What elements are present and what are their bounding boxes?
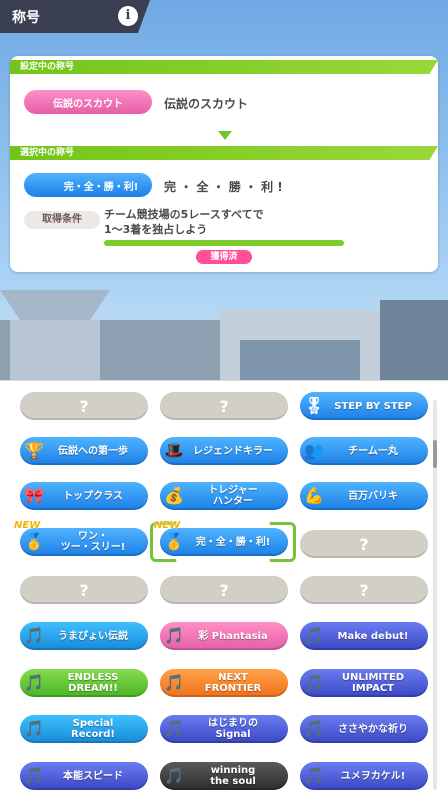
title-label: 本能スピード: [63, 770, 123, 782]
title-tile-locked[interactable]: ?: [300, 530, 428, 558]
title-tile[interactable]: 🎵 ユメヲカケル!: [300, 762, 428, 790]
title-tile[interactable]: 🥇 NEW ワン・ ツー・スリー!: [14, 520, 148, 556]
title-label: ユメヲカケル!: [340, 770, 406, 782]
title-emblem-icon: 🏆: [24, 440, 44, 460]
title-label: 彩 Phantasia: [198, 630, 268, 642]
song-jacket-icon: 🎵: [304, 718, 324, 738]
title-tile[interactable]: 💰 トレジャー ハンター: [160, 482, 288, 510]
unknown-mark: ?: [219, 580, 229, 600]
song-jacket-icon: 🎵: [24, 765, 44, 785]
title-label: はじまりの Signal: [208, 718, 258, 740]
title-tile[interactable]: 🎵 本能スピード: [20, 762, 148, 790]
title-tile[interactable]: 🎀 トップクラス: [20, 482, 148, 510]
title-tile[interactable]: 🏆 伝説への第一歩: [20, 437, 148, 465]
unknown-mark: ?: [359, 534, 369, 554]
progress-bar: [104, 240, 344, 246]
title-tile[interactable]: 🎵 うまぴょい伝説: [20, 622, 148, 650]
title-label: 百万バリキ: [348, 490, 398, 502]
title-tile[interactable]: 👥 チーム一丸: [300, 437, 428, 465]
title-label: うまぴょい伝説: [58, 630, 128, 642]
title-label: winning the soul: [210, 765, 256, 787]
current-title-section-label: 設定中の称号: [10, 60, 438, 74]
badge-label: 伝説のスカウト: [53, 98, 123, 110]
title-tile-locked[interactable]: ?: [160, 392, 288, 420]
title-label: チーム一丸: [348, 445, 398, 457]
title-label: 伝説への第一歩: [58, 445, 128, 457]
condition-label: 取得条件: [24, 211, 100, 229]
badge-label: 完・全・勝・利!: [63, 181, 139, 193]
title-label: ワン・ ツー・スリー!: [60, 531, 126, 553]
current-title-badge: 伝説のスカウト: [24, 90, 152, 114]
title-tile-selected[interactable]: 🥇 NEW 完・全・勝・利!: [154, 520, 288, 556]
title-emblem-icon: 💪: [304, 485, 324, 505]
song-jacket-icon: 🎵: [24, 718, 44, 738]
title-label: Make debut!: [337, 630, 409, 642]
title-label: NEXT FRONTIER: [204, 672, 262, 694]
unknown-mark: ?: [79, 396, 89, 416]
title-tile-locked[interactable]: ?: [160, 576, 288, 604]
title-label: レジェンドキラー: [193, 445, 273, 457]
title-label: Special Record!: [71, 718, 115, 740]
title-tile[interactable]: 💪 百万バリキ: [300, 482, 428, 510]
title-label: STEP BY STEP: [334, 400, 412, 412]
title-label: トップクラス: [63, 490, 123, 502]
title-emblem-icon: 🎩: [164, 440, 184, 460]
page-title: 称号: [12, 9, 40, 26]
title-tile-locked[interactable]: ?: [20, 576, 148, 604]
song-jacket-icon: 🎵: [24, 672, 44, 692]
title-tile[interactable]: 🎵 winning the soul: [160, 762, 288, 790]
title-tile[interactable]: 🎵 ささやかな祈り: [300, 715, 428, 743]
song-jacket-icon: 🎵: [164, 718, 184, 738]
info-icon[interactable]: i: [118, 6, 138, 26]
title-tile[interactable]: 🎵 UNLIMITED IMPACT: [300, 669, 428, 697]
condition-text-line1: チーム競技場の5レースすべてで: [104, 208, 264, 221]
song-jacket-icon: 🎵: [304, 625, 324, 645]
title-tile-locked[interactable]: ?: [20, 392, 148, 420]
title-label: 完・全・勝・利!: [195, 536, 271, 548]
status-badge: 獲得済: [196, 250, 252, 264]
unknown-mark: ?: [79, 580, 89, 600]
unknown-mark: ?: [219, 396, 229, 416]
arrow-down-icon: [218, 131, 232, 140]
title-emblem-icon: 🎀: [24, 485, 44, 505]
song-jacket-icon: 🎵: [164, 765, 184, 785]
title-label: UNLIMITED IMPACT: [341, 672, 405, 694]
unknown-mark: ?: [359, 580, 369, 600]
new-badge: NEW: [154, 520, 181, 531]
song-jacket-icon: 🎵: [164, 625, 184, 645]
song-jacket-icon: 🎵: [304, 765, 324, 785]
condition-text-line2: 1～3着を独占しよう: [104, 223, 208, 236]
selected-title-section-label: 選択中の称号: [10, 146, 438, 160]
title-tile[interactable]: 🎵 はじまりの Signal: [160, 715, 288, 743]
new-badge: NEW: [14, 520, 41, 531]
title-emblem-icon: 🎖: [303, 395, 325, 415]
title-label: ENDLESS DREAM!!: [67, 672, 119, 694]
title-label: ささやかな祈り: [338, 723, 408, 735]
title-label: トレジャー ハンター: [208, 485, 258, 507]
song-jacket-icon: 🎵: [24, 625, 44, 645]
title-tile[interactable]: 🎩 レジェンドキラー: [160, 437, 288, 465]
song-jacket-icon: 🎵: [304, 672, 324, 692]
title-tile[interactable]: 🎵 彩 Phantasia: [160, 622, 288, 650]
title-tile[interactable]: 🎵 Special Record!: [20, 715, 148, 743]
title-emblem-icon: 👥: [304, 440, 324, 460]
title-tile[interactable]: 🎵 Make debut!: [300, 622, 428, 650]
selected-title-badge: 完・全・勝・利!: [24, 173, 152, 197]
current-title-name: 伝説のスカウト: [164, 97, 249, 111]
title-tile[interactable]: 🎵 NEXT FRONTIER: [160, 669, 288, 697]
scrollbar-thumb[interactable]: [433, 440, 437, 468]
song-jacket-icon: 🎵: [164, 672, 184, 692]
title-emblem-icon: 💰: [164, 485, 184, 505]
selected-title-name: 完 ・ 全 ・ 勝 ・ 利 !: [164, 180, 283, 194]
title-tile-locked[interactable]: ?: [300, 576, 428, 604]
title-tile[interactable]: 🎵 ENDLESS DREAM!!: [20, 669, 148, 697]
title-tile[interactable]: 🎖 STEP BY STEP: [300, 392, 428, 420]
